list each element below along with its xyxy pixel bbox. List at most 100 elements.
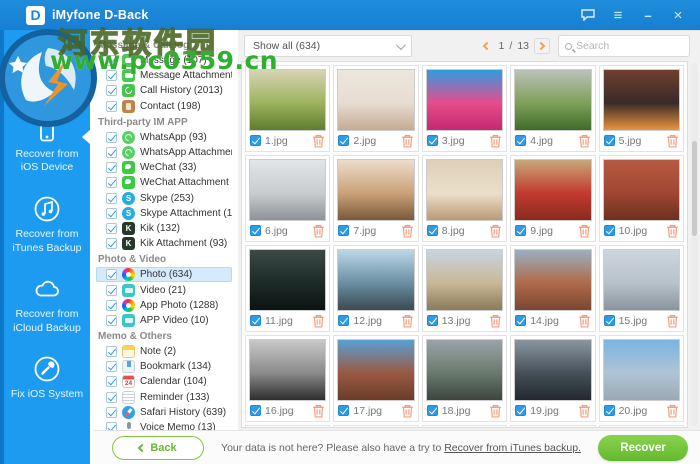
trash-icon[interactable] (401, 404, 414, 418)
photo-thumbnail[interactable] (602, 69, 680, 131)
sidebar-item-fix-ios-system[interactable]: Fix iOS System (4, 345, 90, 412)
search-input[interactable] (576, 40, 683, 52)
trash-icon[interactable] (312, 134, 325, 148)
checkbox[interactable] (106, 391, 117, 403)
trash-icon[interactable] (578, 404, 591, 418)
back-button[interactable]: Back (112, 435, 204, 460)
checkbox[interactable] (106, 314, 117, 326)
trash-icon[interactable] (666, 134, 679, 148)
photo-thumbnail[interactable] (337, 339, 415, 401)
tree-item-message[interactable]: Message (107) (96, 53, 232, 68)
sidebar-item-smart-recovery[interactable]: Smart Recovery (4, 38, 90, 105)
photo-tile[interactable]: 20.jpg (598, 335, 684, 422)
trash-icon[interactable] (401, 134, 414, 148)
sidebar-item-recover-from-icloud-backup[interactable]: Recover from iCloud Backup (4, 265, 90, 345)
photo-checkbox[interactable] (603, 225, 615, 236)
checkbox[interactable] (106, 177, 117, 189)
checkbox[interactable] (106, 85, 117, 97)
photo-thumbnail[interactable] (337, 69, 415, 131)
tree-item-app-video[interactable]: APP Video (10) (96, 313, 232, 328)
menu-icon[interactable]: ≡ (610, 7, 626, 24)
photo-checkbox[interactable] (426, 315, 438, 326)
photo-tile[interactable]: 3.jpg (421, 65, 508, 152)
photo-thumbnail[interactable] (514, 159, 592, 221)
photo-checkbox[interactable] (250, 405, 261, 416)
tree-item-bookmark[interactable]: Bookmark (134) (96, 359, 232, 374)
photo-thumbnail[interactable] (425, 69, 504, 131)
photo-tile[interactable]: 1.jpg (245, 65, 331, 152)
photo-thumbnail[interactable] (425, 159, 504, 221)
photo-tile[interactable]: 9.jpg (510, 155, 596, 242)
photo-tile[interactable]: 14.jpg (510, 245, 596, 332)
photo-checkbox[interactable] (338, 225, 350, 236)
photo-thumbnail[interactable] (514, 69, 592, 131)
photo-checkbox[interactable] (426, 225, 438, 236)
checkbox[interactable] (106, 162, 117, 174)
trash-icon[interactable] (401, 224, 414, 238)
photo-checkbox[interactable] (515, 225, 527, 236)
photo-checkbox[interactable] (515, 135, 527, 146)
checkbox[interactable] (106, 131, 117, 143)
checkbox[interactable] (106, 222, 117, 234)
photo-checkbox[interactable] (338, 135, 350, 146)
checkbox[interactable] (106, 269, 117, 281)
photo-tile[interactable]: 13.jpg (421, 245, 508, 332)
photo-tile-partial[interactable] (510, 425, 596, 427)
tree-item-note[interactable]: Note (2) (96, 344, 232, 359)
photo-thumbnail[interactable] (337, 249, 415, 311)
tree-item-video[interactable]: Video (21) (96, 282, 232, 297)
photo-tile[interactable]: 19.jpg (510, 335, 596, 422)
tree-item-photo[interactable]: Photo (634) (96, 267, 232, 283)
photo-tile-partial[interactable] (245, 425, 331, 427)
photo-checkbox[interactable] (426, 405, 438, 416)
trash-icon[interactable] (489, 134, 502, 148)
photo-thumbnail[interactable] (514, 339, 592, 401)
photo-checkbox[interactable] (250, 135, 261, 146)
prev-page-button[interactable] (478, 38, 494, 54)
checkbox[interactable] (106, 207, 117, 219)
checkbox[interactable] (106, 70, 117, 82)
photo-tile[interactable]: 15.jpg (598, 245, 684, 332)
photo-checkbox[interactable] (338, 405, 350, 416)
photo-tile[interactable]: 6.jpg (245, 155, 331, 242)
photo-checkbox[interactable] (515, 405, 527, 416)
trash-icon[interactable] (401, 314, 414, 328)
checkbox[interactable] (106, 55, 117, 67)
checkbox[interactable] (106, 299, 117, 311)
photo-tile[interactable]: 5.jpg (598, 65, 684, 152)
recover-button[interactable]: Recover (598, 434, 688, 461)
checkbox[interactable] (106, 361, 117, 373)
photo-tile-partial[interactable] (421, 425, 508, 427)
checkbox[interactable] (106, 238, 117, 250)
photo-tile[interactable]: 2.jpg (333, 65, 419, 152)
photo-tile[interactable]: 18.jpg (421, 335, 508, 422)
trash-icon[interactable] (312, 404, 325, 418)
checkbox[interactable] (106, 284, 117, 296)
photo-tile[interactable]: 11.jpg (245, 245, 331, 332)
photo-thumbnail[interactable] (249, 159, 327, 221)
tree-item-whatsapp[interactable]: WhatsApp (93) (96, 130, 232, 145)
trash-icon[interactable] (578, 314, 591, 328)
tree-item-skype-attachment[interactable]: S Skype Attachment (155) (96, 206, 232, 221)
trash-icon[interactable] (666, 224, 679, 238)
itunes-backup-link[interactable]: Recover from iTunes backup. (444, 442, 581, 454)
photo-tile[interactable]: 7.jpg (333, 155, 419, 242)
photo-checkbox[interactable] (250, 225, 261, 236)
photo-tile[interactable]: 16.jpg (245, 335, 331, 422)
photo-tile[interactable]: 8.jpg (421, 155, 508, 242)
checkbox[interactable] (106, 346, 117, 358)
filter-dropdown[interactable]: Show all (634) (244, 35, 412, 57)
sidebar-item-recover-from-itunes-backup[interactable]: Recover from iTunes Backup (4, 185, 90, 265)
photo-tile[interactable]: 17.jpg (333, 335, 419, 422)
scrollbar-track[interactable] (691, 63, 698, 426)
photo-thumbnail[interactable] (425, 339, 504, 401)
feedback-icon[interactable] (580, 7, 596, 23)
trash-icon[interactable] (666, 314, 679, 328)
trash-icon[interactable] (578, 224, 591, 238)
photo-tile[interactable]: 4.jpg (510, 65, 596, 152)
photo-checkbox[interactable] (603, 315, 615, 326)
trash-icon[interactable] (312, 314, 325, 328)
checkbox[interactable] (106, 147, 117, 159)
scrollbar-thumb[interactable] (692, 141, 697, 236)
tree-item-kik[interactable]: K Kik (132) (96, 221, 232, 236)
